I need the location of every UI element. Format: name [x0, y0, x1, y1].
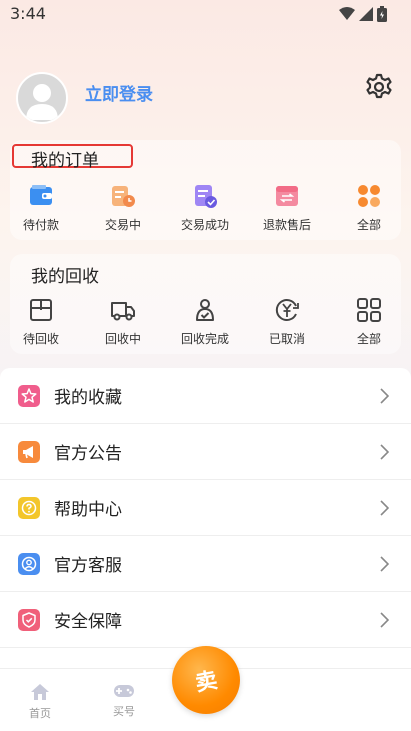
menu-item-favorites-label: 我的收藏 — [54, 388, 122, 408]
tab-home-label: 首页 — [29, 707, 51, 720]
sell-button-label: 卖 — [193, 668, 220, 697]
profile-header: 立即登录 — [0, 70, 411, 130]
tab-home[interactable]: 首页 — [20, 683, 60, 721]
order-success-label: 交易成功 — [180, 218, 229, 232]
status-time: 3:44 — [10, 4, 46, 23]
tab-buy-label: 买号 — [113, 705, 135, 718]
wallet-icon — [30, 185, 52, 205]
order-pending-payment-label: 待付款 — [22, 218, 59, 232]
help-icon — [18, 496, 40, 519]
box-icon — [30, 299, 52, 321]
login-link[interactable]: 立即登录 — [85, 80, 153, 105]
gear-icon[interactable] — [365, 73, 393, 101]
gamepad-icon — [114, 685, 134, 697]
chevron-right-icon — [380, 499, 389, 516]
recycle-in-progress-label: 回收中 — [104, 332, 141, 346]
grid-icon — [358, 185, 380, 207]
recycle-all[interactable]: 全部 — [328, 296, 410, 347]
recycle-cancelled-label: 已取消 — [268, 332, 305, 346]
sell-button[interactable]: 卖 — [172, 646, 240, 714]
chevron-right-icon — [380, 387, 389, 404]
orders-icon-row: 待付款 交易中 交易成功 退款售后 全部 — [0, 182, 411, 233]
status-icons — [339, 6, 387, 22]
wifi-icon — [339, 7, 355, 20]
recycle-in-progress[interactable]: 回收中 — [82, 296, 164, 347]
recycle-done[interactable]: 回收完成 — [164, 296, 246, 347]
order-all-label: 全部 — [356, 218, 381, 232]
menu-item-favorites[interactable]: 我的收藏 — [0, 368, 411, 424]
menu-item-customer-service[interactable]: 官方客服 — [0, 536, 411, 592]
recycle-done-label: 回收完成 — [180, 332, 229, 346]
menu-item-security[interactable]: 安全保障 — [0, 592, 411, 648]
recycle-done-icon — [196, 299, 214, 321]
signal-icon — [359, 7, 373, 21]
refund-icon — [276, 186, 298, 206]
chevron-right-icon — [380, 555, 389, 572]
megaphone-icon — [18, 440, 40, 463]
recycle-pending[interactable]: 待回收 — [0, 296, 82, 347]
star-icon — [18, 384, 40, 407]
doc-check-icon — [195, 185, 217, 208]
menu-item-help[interactable]: 帮助中心 — [0, 480, 411, 536]
recycle-icon-row: 待回收 回收中 回收完成 已取消 全部 — [0, 296, 411, 347]
recycle-cancelled[interactable]: 已取消 — [246, 296, 328, 347]
menu-item-customer-service-label: 官方客服 — [54, 556, 122, 576]
truck-icon — [111, 302, 135, 321]
clock-cart-icon — [112, 186, 135, 207]
order-refund[interactable]: 退款售后 — [246, 182, 328, 233]
menu-item-security-label: 安全保障 — [54, 612, 122, 632]
menu-item-announcements-label: 官方公告 — [54, 444, 122, 464]
service-icon — [18, 552, 40, 575]
avatar-placeholder-icon — [26, 84, 58, 120]
recycle-title: 我的回收 — [31, 267, 99, 287]
menu-item-help-label: 帮助中心 — [54, 500, 122, 520]
order-pending-payment[interactable]: 待付款 — [0, 182, 82, 233]
order-all[interactable]: 全部 — [328, 182, 410, 233]
avatar[interactable] — [16, 72, 68, 124]
chevron-right-icon — [380, 611, 389, 628]
order-in-progress-label: 交易中 — [104, 218, 141, 232]
yen-cancel-icon — [275, 299, 299, 321]
order-in-progress[interactable]: 交易中 — [82, 182, 164, 233]
battery-icon — [377, 6, 387, 22]
chevron-right-icon — [380, 443, 389, 460]
shield-icon — [18, 608, 40, 631]
home-icon — [31, 684, 49, 700]
status-bar: 3:44 — [0, 0, 411, 28]
recycle-all-label: 全部 — [356, 332, 381, 346]
grid-outline-icon — [357, 298, 381, 322]
recycle-pending-label: 待回收 — [22, 332, 59, 346]
orders-title: 我的订单 — [31, 151, 99, 171]
tab-buy[interactable]: 买号 — [104, 683, 144, 719]
menu-list: 我的收藏 官方公告 帮助中心 官方客服 安全保障 — [0, 368, 411, 668]
order-success[interactable]: 交易成功 — [164, 182, 246, 233]
order-refund-label: 退款售后 — [262, 218, 311, 232]
menu-item-announcements[interactable]: 官方公告 — [0, 424, 411, 480]
